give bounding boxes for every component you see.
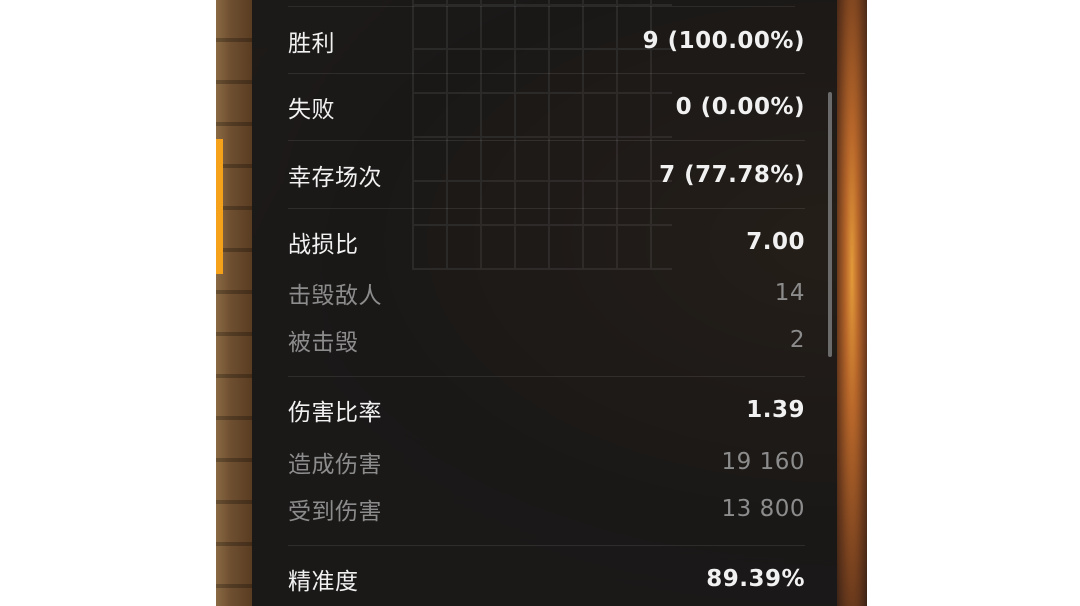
selected-tab-indicator xyxy=(216,139,223,274)
stat-value: 7.00 xyxy=(746,229,805,255)
divider xyxy=(288,6,795,7)
stat-row-damage-ratio: 伤害比率 1.39 xyxy=(288,392,805,428)
stat-row-destroyed: 被击毁 2 xyxy=(288,322,805,358)
stat-label: 击毁敌人 xyxy=(288,283,382,309)
stat-value: 14 xyxy=(774,280,805,306)
background-left-art xyxy=(216,0,252,606)
stat-value: 2 xyxy=(789,327,805,353)
stat-label: 精准度 xyxy=(288,569,359,595)
stat-value: 9 (100.00%) xyxy=(642,28,805,54)
stat-value: 13 800 xyxy=(721,496,805,522)
scrollbar-thumb[interactable] xyxy=(828,92,832,357)
stat-label: 被击毁 xyxy=(288,330,359,356)
background-right-art xyxy=(837,0,867,606)
stat-value: 1.39 xyxy=(746,397,805,423)
stat-label: 失败 xyxy=(288,97,335,123)
stat-value: 7 (77.78%) xyxy=(659,162,805,188)
stat-row-victories: 胜利 9 (100.00%) xyxy=(288,23,805,59)
divider xyxy=(288,208,805,209)
stat-label: 伤害比率 xyxy=(288,400,382,426)
stat-label: 胜利 xyxy=(288,31,335,57)
stat-value: 0 (0.00%) xyxy=(675,94,805,120)
scrollbar[interactable] xyxy=(817,0,837,606)
stats-screen: 胜利 9 (100.00%) 失败 0 (0.00%) 幸存场次 7 (77.7… xyxy=(216,0,867,606)
stat-label: 造成伤害 xyxy=(288,452,382,478)
stat-row-defeats: 失败 0 (0.00%) xyxy=(288,89,805,125)
stat-label: 幸存场次 xyxy=(288,165,382,191)
stat-row-kill-death-ratio: 战损比 7.00 xyxy=(288,224,805,260)
stats-panel: 胜利 9 (100.00%) 失败 0 (0.00%) 幸存场次 7 (77.7… xyxy=(252,0,837,606)
divider xyxy=(288,73,805,74)
divider xyxy=(288,545,805,546)
stat-label: 战损比 xyxy=(288,232,359,258)
stat-row-damage-received: 受到伤害 13 800 xyxy=(288,491,805,527)
divider xyxy=(288,140,805,141)
divider xyxy=(288,376,805,377)
stat-row-damage-dealt: 造成伤害 19 160 xyxy=(288,444,805,480)
stat-row-survived: 幸存场次 7 (77.78%) xyxy=(288,157,805,193)
stat-value: 89.39% xyxy=(706,566,805,592)
stat-row-accuracy: 精准度 89.39% xyxy=(288,561,805,597)
stat-row-enemies-destroyed: 击毁敌人 14 xyxy=(288,275,805,311)
stat-value: 19 160 xyxy=(721,449,805,475)
stat-label: 受到伤害 xyxy=(288,499,382,525)
